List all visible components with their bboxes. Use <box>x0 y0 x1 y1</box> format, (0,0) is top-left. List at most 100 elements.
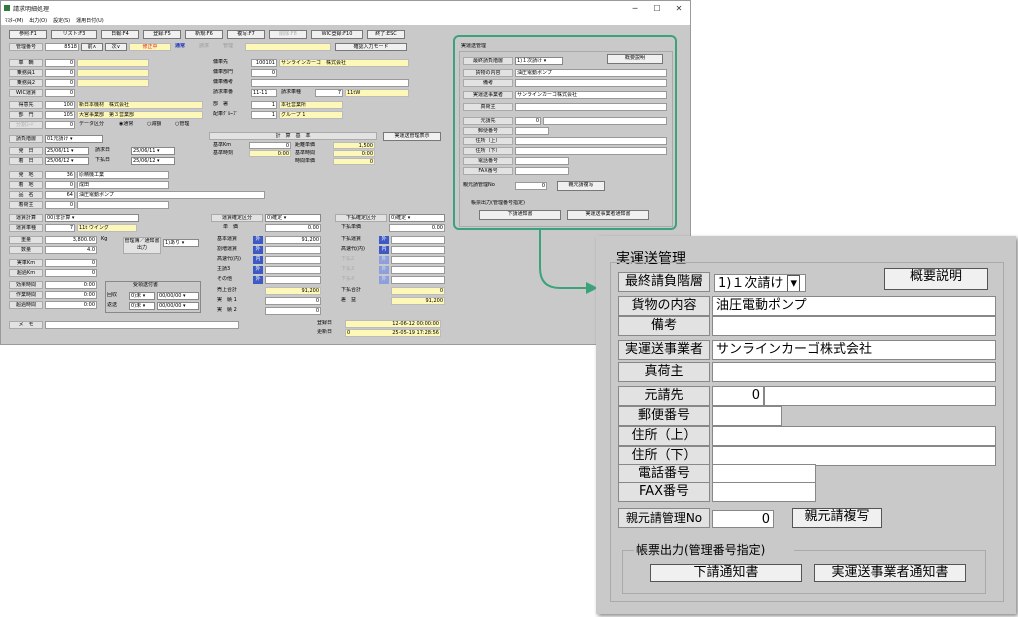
truck-type-code[interactable]: 7 <box>315 89 343 97</box>
destination-code[interactable]: 0 <box>45 181 75 189</box>
mode-normal-tab[interactable]: 通常 <box>175 43 195 50</box>
result1-field[interactable]: 0 <box>265 297 321 305</box>
fare-calc-select[interactable]: 00)非計算 ▾ <box>45 214 139 222</box>
pay3-outside[interactable]: 外 <box>379 266 389 274</box>
pay-fare-field[interactable] <box>391 236 445 244</box>
extra-fare-outside[interactable]: 外 <box>253 246 263 254</box>
operator-notice-button[interactable]: 実運送事業者通知書 <box>814 564 966 582</box>
pay-toll-inside[interactable]: 内 <box>379 246 389 254</box>
department-code[interactable]: 105 <box>45 111 75 119</box>
main3-field[interactable] <box>265 266 321 274</box>
invoice-date-field[interactable]: 25/06/11 ▾ <box>131 147 175 155</box>
next-button[interactable]: 次∨ <box>105 43 127 51</box>
carrier-dept-code[interactable]: 0 <box>251 69 277 77</box>
main3-outside[interactable]: 外 <box>253 266 263 274</box>
toll-field[interactable] <box>265 256 321 264</box>
quantity-field[interactable]: 4.0 <box>45 246 97 254</box>
phone-field[interactable] <box>712 464 816 484</box>
arrive-date-field[interactable]: 25/06/12 ▾ <box>45 157 89 165</box>
origin-name[interactable]: 原精機工業 <box>77 171 169 179</box>
collect-date[interactable]: 00/00/00 ▾ <box>157 292 199 300</box>
over-time-field[interactable]: 0:00 <box>45 301 97 309</box>
register-button[interactable]: 登録:F5 <box>143 30 181 39</box>
office-code[interactable]: 1 <box>251 101 277 109</box>
parent-copy-button[interactable]: 親元請複写 <box>792 508 882 528</box>
prime-contractor-name[interactable] <box>764 386 996 406</box>
vehicle-type-code[interactable]: 7 <box>45 224 75 232</box>
vehicle-field[interactable]: 0 <box>45 59 75 67</box>
ship-date-field[interactable]: 25/06/11 ▾ <box>45 147 89 155</box>
item-code[interactable]: 64 <box>45 191 75 199</box>
collect-select[interactable]: 0)未 ▾ <box>129 292 155 300</box>
driver1-field[interactable]: 0 <box>45 69 75 77</box>
address1-field[interactable] <box>712 426 996 446</box>
parent-no-field[interactable]: 0 <box>712 510 774 528</box>
payment-date-field[interactable]: 25/06/12 ▾ <box>131 157 175 165</box>
consignee-code[interactable]: 0 <box>45 201 75 209</box>
return-select[interactable]: 0)未 ▾ <box>129 302 155 310</box>
confirm-mode-button[interactable]: 確認入力モード <box>335 43 407 51</box>
actual-km-field[interactable]: 0 <box>45 259 97 267</box>
wic-fare-field[interactable]: 0 <box>45 89 75 97</box>
pay2-outside[interactable]: 外 <box>379 256 389 264</box>
base-km-field[interactable]: 0 <box>249 142 291 149</box>
unit-price-field[interactable]: 0.00 <box>265 224 321 232</box>
exit-button[interactable]: 終了:ESC <box>367 30 405 39</box>
effect-time-field[interactable]: 0:00 <box>45 281 97 289</box>
note-field[interactable] <box>712 316 996 336</box>
pay4-outside[interactable]: 外 <box>379 276 389 284</box>
origin-code[interactable]: 36 <box>45 171 75 179</box>
carrier-note-field[interactable] <box>251 79 409 87</box>
delete-button[interactable]: 削除:F8 <box>269 30 307 39</box>
zip-field[interactable] <box>712 406 782 426</box>
pay-toll-field[interactable] <box>391 246 445 254</box>
split-code-field[interactable]: 0 <box>45 121 75 129</box>
consignee-name[interactable] <box>77 201 169 209</box>
menu-date[interactable]: 運用日付(U) <box>76 17 104 24</box>
show-transport-button[interactable]: 実運送管理表示 <box>383 132 441 141</box>
memo-field[interactable] <box>45 321 239 329</box>
dispatch-group-code[interactable]: 1 <box>251 111 277 119</box>
pay-fare-outside[interactable]: 外 <box>379 236 389 244</box>
base-fare-outside[interactable]: 外 <box>253 236 263 244</box>
other-field[interactable] <box>265 276 321 284</box>
other-outside[interactable]: 外 <box>253 276 263 284</box>
pay-confirm-select[interactable]: 0)確定 ▾ <box>389 214 445 222</box>
true-shipper-field[interactable] <box>712 362 996 382</box>
cargo-field[interactable]: 油圧電動ポンプ <box>712 296 996 316</box>
destination-name[interactable]: 成田 <box>77 181 169 189</box>
fare-confirm-select[interactable]: 0)確定 ▾ <box>265 214 321 222</box>
driver2-field[interactable]: 0 <box>45 79 75 87</box>
list-button[interactable]: リスト:F3 <box>51 30 97 39</box>
menu-settings[interactable]: 設定(S) <box>53 17 70 24</box>
operator-field[interactable]: サンラインカーゴ株式会社 <box>712 340 996 360</box>
manage-tab[interactable]: 管理 <box>223 43 241 50</box>
radio-normal[interactable]: ◉通常 <box>119 121 147 128</box>
extra-fare-field[interactable] <box>265 246 321 254</box>
carrier-code[interactable]: 100101 <box>251 59 277 67</box>
mgmt-no-field[interactable]: 8518 <box>45 43 79 51</box>
pay4-field[interactable] <box>391 276 445 284</box>
pay-unit-field[interactable]: 0.00 <box>389 224 445 232</box>
maximize-button[interactable]: ☐ <box>646 4 668 13</box>
prev-button[interactable]: 前∧ <box>81 43 103 51</box>
toll-inside[interactable]: 内 <box>253 256 263 264</box>
ref-button[interactable]: 参照:F1 <box>9 30 47 39</box>
address2-field[interactable] <box>712 446 996 466</box>
truck-no-field[interactable]: 11-11 <box>251 89 277 97</box>
menu-master[interactable]: ﾏｽﾀｰ(M) <box>5 17 23 24</box>
menu-output[interactable]: 出力(O) <box>29 17 47 24</box>
close-button[interactable]: ✕ <box>668 4 690 13</box>
base-fare-field[interactable]: 91,200 <box>265 236 321 244</box>
radio-manage[interactable]: ○管理 <box>175 121 203 128</box>
fax-field[interactable] <box>712 482 816 502</box>
customer-code[interactable]: 100 <box>45 101 75 109</box>
copy-button[interactable]: 複写:F7 <box>227 30 265 39</box>
work-time-field[interactable]: 0:00 <box>45 291 97 299</box>
return-date[interactable]: 00/00/00 ▾ <box>157 302 199 310</box>
over-km-field[interactable]: 0 <box>45 269 97 277</box>
prime-contractor-code[interactable]: 0 <box>712 386 764 406</box>
daily-report-button[interactable]: 日報:F4 <box>101 30 139 39</box>
weight-field[interactable]: 3,800.00 <box>45 236 97 244</box>
final-level-select[interactable]: 1)１次請け ▾ <box>714 274 806 292</box>
